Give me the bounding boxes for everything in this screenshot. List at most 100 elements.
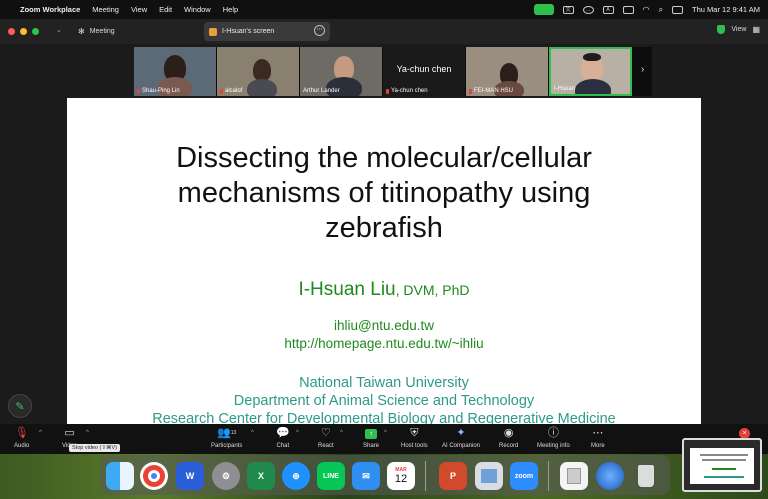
participant-name: alcalof bbox=[225, 88, 243, 94]
react-button[interactable]: ♡ React bbox=[318, 427, 334, 449]
meeting-info-button[interactable]: ⓘ Meeting info bbox=[537, 427, 570, 449]
participant-name: I-Hsuan bbox=[554, 86, 576, 92]
grid-view-icon[interactable]: ▦ bbox=[752, 25, 760, 34]
tab-shared-screen[interactable]: I-Hsuan's screen ⋯ bbox=[204, 22, 330, 41]
zoom-app-icon[interactable]: zoom bbox=[510, 462, 538, 490]
slide-title-line: Dissecting the molecular/cellular bbox=[176, 142, 592, 174]
menu-help[interactable]: Help bbox=[223, 5, 238, 14]
excel-icon[interactable]: X bbox=[247, 462, 275, 490]
ai-companion-button[interactable]: ✦ AI Companion bbox=[442, 427, 480, 449]
view-label[interactable]: View bbox=[731, 26, 746, 33]
menubar-datetime[interactable]: Thu Mar 12 9:41 AM bbox=[692, 5, 760, 14]
record-icon: ◉ bbox=[503, 427, 514, 439]
tab-meeting[interactable]: ✻ Meeting bbox=[78, 24, 115, 39]
control-center-icon[interactable] bbox=[672, 5, 684, 14]
chevron-down-icon[interactable]: ⌄ bbox=[56, 26, 62, 34]
thumbnail-text-line bbox=[712, 468, 736, 470]
chat-label: Chat bbox=[276, 443, 290, 449]
share-caret-icon[interactable]: ^ bbox=[384, 430, 387, 436]
muted-mic-icon bbox=[137, 88, 140, 94]
input-source-icon[interactable]: A bbox=[602, 5, 614, 14]
record-button[interactable]: ◉ Record bbox=[499, 427, 518, 449]
more-options-icon[interactable]: ⋯ bbox=[314, 25, 325, 36]
slide-institution: National Taiwan University bbox=[299, 375, 469, 391]
share-button[interactable]: ↑ Share bbox=[363, 427, 379, 449]
line-icon[interactable]: LINE bbox=[317, 462, 345, 490]
app-name-menu[interactable]: Zoom Workplace bbox=[20, 5, 80, 14]
encryption-shield-icon[interactable] bbox=[717, 25, 726, 34]
zoom-camera-status-icon[interactable] bbox=[533, 4, 554, 15]
language-icon[interactable]: 文 bbox=[562, 5, 574, 14]
video-tile[interactable]: alcalof bbox=[217, 47, 300, 96]
video-tile[interactable]: Shau-Ping Lin bbox=[134, 47, 217, 96]
react-caret-icon[interactable]: ^ bbox=[340, 430, 343, 436]
annotate-pencil-icon[interactable]: ✎ bbox=[8, 394, 32, 418]
thumbnail-text-line bbox=[704, 476, 744, 478]
safari-icon[interactable]: ⊕ bbox=[282, 462, 310, 490]
menu-meeting[interactable]: Meeting bbox=[92, 5, 119, 14]
window-titlebar: ⌄ ✻ Meeting I-Hsuan's screen ⋯ View ▦ bbox=[0, 19, 768, 44]
wifi-icon[interactable]: ◠ bbox=[643, 5, 650, 14]
powerpoint-icon[interactable]: P bbox=[439, 462, 467, 490]
shield-icon: ⛨ bbox=[410, 427, 419, 439]
more-label: More bbox=[591, 443, 605, 449]
slide-title: Dissecting the molecular/cellular mechan… bbox=[67, 141, 701, 246]
video-tile[interactable]: FEI-MAN HSU bbox=[466, 47, 549, 96]
dock: W ⚙ X ⊕ LINE ✉ MAR 12 P zoom bbox=[100, 455, 670, 495]
menu-view[interactable]: View bbox=[131, 5, 147, 14]
close-window-button[interactable] bbox=[8, 28, 15, 35]
finder-icon[interactable] bbox=[106, 462, 134, 490]
audio-options-caret-icon[interactable]: ^ bbox=[39, 430, 42, 436]
view-menu[interactable]: View ▦ bbox=[717, 25, 760, 34]
calendar-icon[interactable]: MAR 12 bbox=[387, 462, 415, 490]
trash-icon[interactable] bbox=[632, 462, 660, 490]
chat-button[interactable]: 💬 Chat bbox=[276, 427, 290, 449]
react-label: React bbox=[318, 443, 334, 449]
chat-caret-icon[interactable]: ^ bbox=[296, 430, 299, 436]
menubar: Zoom Workplace Meeting View Edit Window … bbox=[0, 0, 768, 19]
host-tools-button[interactable]: ⛨ Host tools bbox=[401, 427, 428, 449]
shared-slide: Dissecting the molecular/cellular mechan… bbox=[67, 98, 701, 424]
participants-button[interactable]: 👥13 Participants bbox=[211, 427, 242, 449]
minimize-window-button[interactable] bbox=[20, 28, 27, 35]
mail-icon[interactable]: ✉ bbox=[352, 462, 380, 490]
spotlight-search-icon[interactable]: ⌕ bbox=[659, 5, 663, 15]
word-icon[interactable]: W bbox=[176, 462, 204, 490]
menu-edit[interactable]: Edit bbox=[159, 5, 172, 14]
record-label: Record bbox=[499, 443, 519, 449]
audio-button[interactable]: 🎙 Audio bbox=[14, 427, 29, 449]
author-degree: , DVM, PhD bbox=[395, 282, 470, 298]
menu-window[interactable]: Window bbox=[184, 5, 211, 14]
video-tile[interactable]: Ya-chun chen Ya-chun chen bbox=[383, 47, 466, 96]
more-button[interactable]: ⋯ More bbox=[591, 427, 605, 449]
zoom-app-label: zoom bbox=[514, 472, 534, 480]
participant-name: FEI-MAN HSU bbox=[474, 88, 513, 94]
meeting-preview-thumbnail[interactable] bbox=[682, 438, 762, 492]
video-tile-active-speaker[interactable]: I-Hsuan bbox=[549, 47, 632, 96]
video-tile[interactable]: Arthur Lander bbox=[300, 47, 383, 96]
muted-mic-icon bbox=[386, 88, 389, 94]
sparkle-icon: ✦ bbox=[456, 427, 466, 439]
audio-label: Audio bbox=[14, 443, 30, 449]
chat-icon: 💬 bbox=[276, 427, 290, 439]
globe-icon[interactable] bbox=[596, 462, 624, 490]
participants-label: Participants bbox=[211, 443, 243, 449]
share-label: Share bbox=[363, 443, 380, 449]
thumbnail-text-line bbox=[702, 459, 746, 461]
next-page-arrow-icon[interactable]: › bbox=[641, 64, 644, 75]
share-screen-icon bbox=[209, 27, 217, 36]
chrome-icon[interactable] bbox=[140, 462, 168, 490]
system-settings-icon[interactable]: ⚙ bbox=[212, 462, 240, 490]
participants-caret-icon[interactable]: ^ bbox=[251, 430, 254, 436]
battery-icon[interactable] bbox=[622, 5, 634, 14]
chat-bubble-icon[interactable]: … bbox=[582, 5, 594, 14]
paw-icon: ✻ bbox=[78, 27, 85, 36]
preview-icon[interactable] bbox=[475, 462, 503, 490]
info-icon: ⓘ bbox=[547, 427, 559, 439]
author-name: I-Hsuan Liu bbox=[298, 279, 396, 300]
share-arrow-icon: ↑ bbox=[363, 427, 379, 441]
video-options-caret-icon[interactable]: ^ bbox=[86, 430, 89, 436]
zoom-window-button[interactable] bbox=[32, 28, 39, 35]
participant-name: Shau-Ping Lin bbox=[142, 88, 180, 94]
downloads-stack-icon[interactable] bbox=[560, 462, 588, 490]
